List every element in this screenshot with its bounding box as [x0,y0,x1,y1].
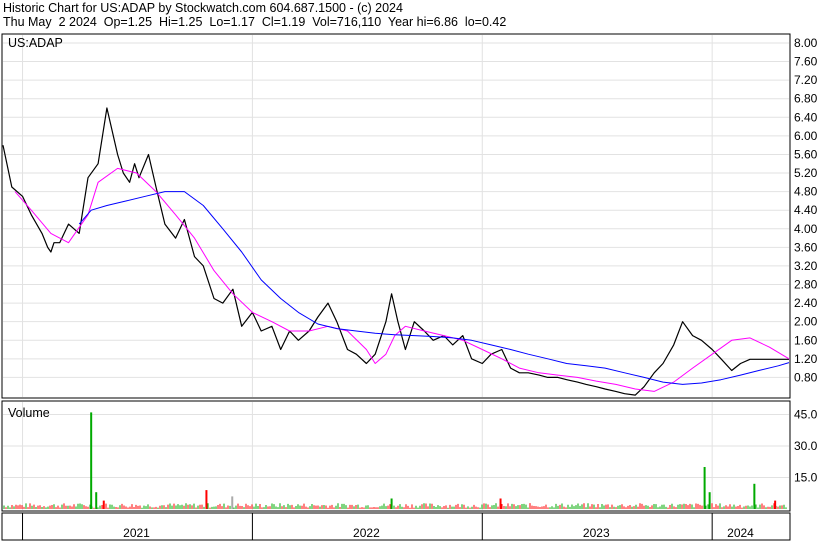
price-tick-label: 5.60 [794,147,818,161]
price-tick-label: 2.00 [794,315,818,329]
price-tick-label: 7.60 [794,55,818,69]
price-tick-label: 6.80 [794,92,818,106]
volume-spike-bar [774,500,777,509]
price-tick-label: 1.60 [794,333,818,347]
price-tick-label: 2.80 [794,278,818,292]
volume-panel [1,400,791,512]
volume-spike-bar [231,496,234,509]
price-tick-label: 6.00 [794,129,818,143]
volume-spike-bar [95,492,98,509]
price-tick-label: 8.00 [794,36,818,50]
price-tick-label: 6.40 [794,110,818,124]
year-label: 2022 [353,526,380,540]
price-panel [1,33,791,399]
price-tick-label: 7.20 [794,73,818,87]
volume-spike-bar [499,498,502,509]
volume-panel-title: Volume [8,406,50,420]
year-label: 2021 [123,526,150,540]
volume-spike-bar [90,412,93,509]
year-label: 2024 [727,526,754,540]
volume-tick-label: 45.0 [794,408,818,422]
price-tick-label: 3.60 [794,240,818,254]
price-panel-title: US:ADAP [8,36,63,50]
volume-spike-bar [102,500,105,509]
volume-tick-label: 15.0 [794,471,818,485]
time-axis-panel [1,512,791,541]
volume-spike-bar [753,483,756,509]
volume-spike-bar [703,467,706,509]
volume-spike-bar [390,498,393,509]
year-label: 2023 [583,526,610,540]
price-tick-label: 2.40 [794,296,818,310]
price-tick-label: 4.40 [794,203,818,217]
price-tick-label: 1.20 [794,352,818,366]
volume-spike-bar [708,492,711,509]
price-tick-label: 5.20 [794,166,818,180]
price-tick-label: 0.80 [794,370,818,384]
volume-spike-bar [205,490,208,509]
volume-tick-label: 30.0 [794,439,818,453]
price-tick-label: 4.80 [794,185,818,199]
price-tick-label: 4.00 [794,222,818,236]
stock-chart: 8.00 7.60 7.20 6.80 6.40 6.00 5.60 5.20 4.80 4.40… [1,33,818,541]
price-tick-label: 3.20 [794,259,818,273]
